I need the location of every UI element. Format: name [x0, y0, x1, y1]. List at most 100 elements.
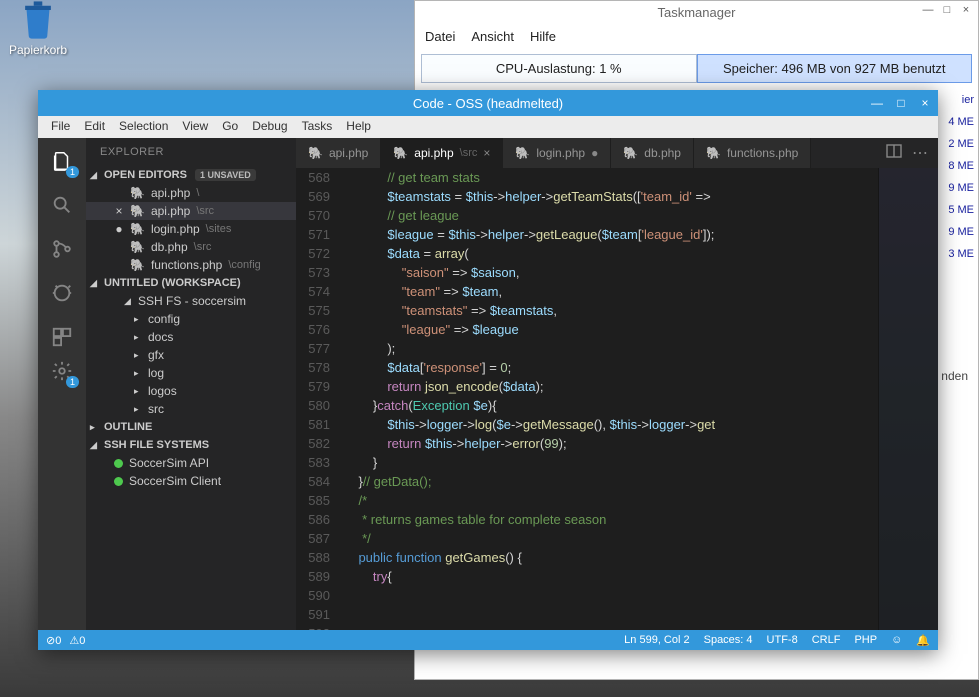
editor-tab[interactable]: 🐘functions.php	[694, 138, 811, 168]
activity-search-icon[interactable]	[49, 192, 75, 218]
tm-bottom-button[interactable]: nden	[941, 369, 968, 383]
dirty-indicator: ●	[114, 222, 124, 236]
dirty-indicator[interactable]: ●	[591, 146, 598, 160]
split-editor-icon[interactable]	[886, 143, 902, 164]
folder-logos[interactable]: ▸logos	[86, 382, 296, 400]
taskmanager-titlebar[interactable]: Taskmanager — □ ×	[415, 1, 978, 23]
connected-icon	[114, 477, 123, 486]
activity-debug-icon[interactable]	[49, 280, 75, 306]
menu-help[interactable]: Help	[341, 119, 376, 135]
sshfs-connection[interactable]: SoccerSim API	[86, 454, 296, 472]
menu-file[interactable]: File	[46, 119, 75, 135]
tm-menu-hilfe[interactable]: Hilfe	[530, 29, 556, 44]
chevron-right-icon: ▸	[90, 422, 100, 433]
desktop-trash-label: Papierkorb	[8, 43, 68, 57]
activity-bar: 1 1	[38, 138, 86, 630]
sidebar-header: EXPLORER	[86, 138, 296, 166]
tm-cpu-tab[interactable]: CPU-Auslastung: 1 %	[421, 54, 697, 83]
php-icon: 🐘	[623, 146, 638, 160]
open-editor-item[interactable]: 🐘db.php \src	[86, 238, 296, 256]
taskmanager-menu: Datei Ansicht Hilfe	[415, 23, 978, 50]
vscode-titlebar[interactable]: Code - OSS (headmelted) — □ ×	[38, 90, 938, 116]
tm-side-value: 9 ME	[948, 177, 976, 199]
close-tab-icon[interactable]: ×	[483, 146, 490, 160]
vscode-minimize[interactable]: —	[870, 96, 884, 110]
open-editors-section[interactable]: ◢ OPEN EDITORS 1 UNSAVED	[86, 166, 296, 184]
trash-icon	[20, 0, 56, 40]
activity-extensions-icon[interactable]	[49, 324, 75, 350]
folder-config[interactable]: ▸config	[86, 310, 296, 328]
chevron-right-icon: ▸	[134, 386, 142, 397]
code-content[interactable]: // get team stats $teamstats = $this->he…	[344, 168, 878, 630]
desktop-trash[interactable]: Papierkorb	[8, 0, 68, 57]
php-icon: 🐘	[130, 240, 145, 254]
outline-section[interactable]: ▸ OUTLINE	[86, 418, 296, 436]
folder-docs[interactable]: ▸docs	[86, 328, 296, 346]
vscode-maximize[interactable]: □	[894, 96, 908, 110]
menu-go[interactable]: Go	[217, 119, 243, 135]
activity-settings-icon[interactable]: 1	[49, 358, 75, 384]
more-icon[interactable]: ⋯	[912, 143, 928, 163]
tm-close[interactable]: ×	[958, 3, 974, 17]
menu-edit[interactable]: Edit	[79, 119, 110, 135]
tm-side-value: 8 ME	[948, 155, 976, 177]
status-eol[interactable]: CRLF	[812, 634, 841, 646]
editor-tab[interactable]: 🐘api.php\src×	[381, 138, 503, 168]
editor-tab[interactable]: 🐘api.php	[296, 138, 381, 168]
menu-debug[interactable]: Debug	[247, 119, 292, 135]
menu-selection[interactable]: Selection	[114, 119, 173, 135]
activity-explorer-icon[interactable]: 1	[49, 148, 75, 174]
workspace-section[interactable]: ◢ UNTITLED (WORKSPACE)	[86, 274, 296, 292]
php-icon: 🐘	[706, 146, 721, 160]
tm-menu-ansicht[interactable]: Ansicht	[471, 29, 514, 44]
chevron-right-icon: ▸	[134, 368, 142, 379]
tm-maximize[interactable]: □	[939, 3, 955, 17]
php-icon: 🐘	[308, 146, 323, 160]
chevron-right-icon: ▸	[134, 350, 142, 361]
sshfs-connection[interactable]: SoccerSim Client	[86, 472, 296, 490]
editor-tab[interactable]: 🐘login.php●	[503, 138, 611, 168]
php-icon: 🐘	[130, 258, 145, 272]
code-editor[interactable]: 5685695705715725735745755765775785795805…	[296, 168, 938, 630]
open-editor-item[interactable]: 🐘functions.php \config	[86, 256, 296, 274]
status-lang[interactable]: PHP	[854, 634, 877, 646]
folder-log[interactable]: ▸log	[86, 364, 296, 382]
status-bell-icon[interactable]: 🔔	[916, 634, 930, 647]
status-errors[interactable]: ⊘0	[46, 634, 61, 647]
open-editor-item[interactable]: ●🐘login.php \sites	[86, 220, 296, 238]
sshfs-section[interactable]: ◢ SSH FILE SYSTEMS	[86, 436, 296, 454]
unsaved-badge: 1 UNSAVED	[195, 169, 256, 181]
explorer-badge: 1	[66, 166, 79, 178]
chevron-right-icon: ▸	[134, 332, 142, 343]
folder-src[interactable]: ▸src	[86, 400, 296, 418]
line-gutter: 5685695705715725735745755765775785795805…	[296, 168, 344, 630]
sidebar: EXPLORER ◢ OPEN EDITORS 1 UNSAVED 🐘api.p…	[86, 138, 296, 630]
editor-tab[interactable]: 🐘db.php	[611, 138, 694, 168]
menu-view[interactable]: View	[177, 119, 213, 135]
tm-minimize[interactable]: —	[920, 3, 936, 17]
vscode-close[interactable]: ×	[918, 96, 932, 110]
folder-gfx[interactable]: ▸gfx	[86, 346, 296, 364]
tm-side-value: 9 ME	[948, 221, 976, 243]
chevron-right-icon: ▸	[134, 404, 142, 415]
status-encoding[interactable]: UTF-8	[767, 634, 798, 646]
status-warnings[interactable]: ⚠0	[69, 634, 85, 647]
open-editor-item[interactable]: ×🐘api.php \src	[86, 202, 296, 220]
tm-menu-datei[interactable]: Datei	[425, 29, 455, 44]
chevron-down-icon: ◢	[90, 440, 100, 451]
taskmanager-title: Taskmanager	[657, 5, 735, 20]
chevron-down-icon: ◢	[90, 278, 100, 289]
open-editor-item[interactable]: 🐘api.php \	[86, 184, 296, 202]
php-icon: 🐘	[130, 222, 145, 236]
status-spaces[interactable]: Spaces: 4	[704, 634, 753, 646]
minimap[interactable]	[878, 168, 938, 630]
chevron-right-icon: ▸	[134, 314, 142, 325]
ssh-fs-root[interactable]: ◢ SSH FS - soccersim	[86, 292, 296, 310]
tm-side-value: 5 ME	[948, 199, 976, 221]
status-feedback-icon[interactable]: ☺	[891, 634, 902, 646]
activity-scm-icon[interactable]	[49, 236, 75, 262]
tm-memory-tab[interactable]: Speicher: 496 MB von 927 MB benutzt	[697, 54, 973, 83]
menu-tasks[interactable]: Tasks	[297, 119, 338, 135]
status-ln-col[interactable]: Ln 599, Col 2	[624, 634, 689, 646]
vscode-window: Code - OSS (headmelted) — □ × FileEditSe…	[38, 90, 938, 650]
